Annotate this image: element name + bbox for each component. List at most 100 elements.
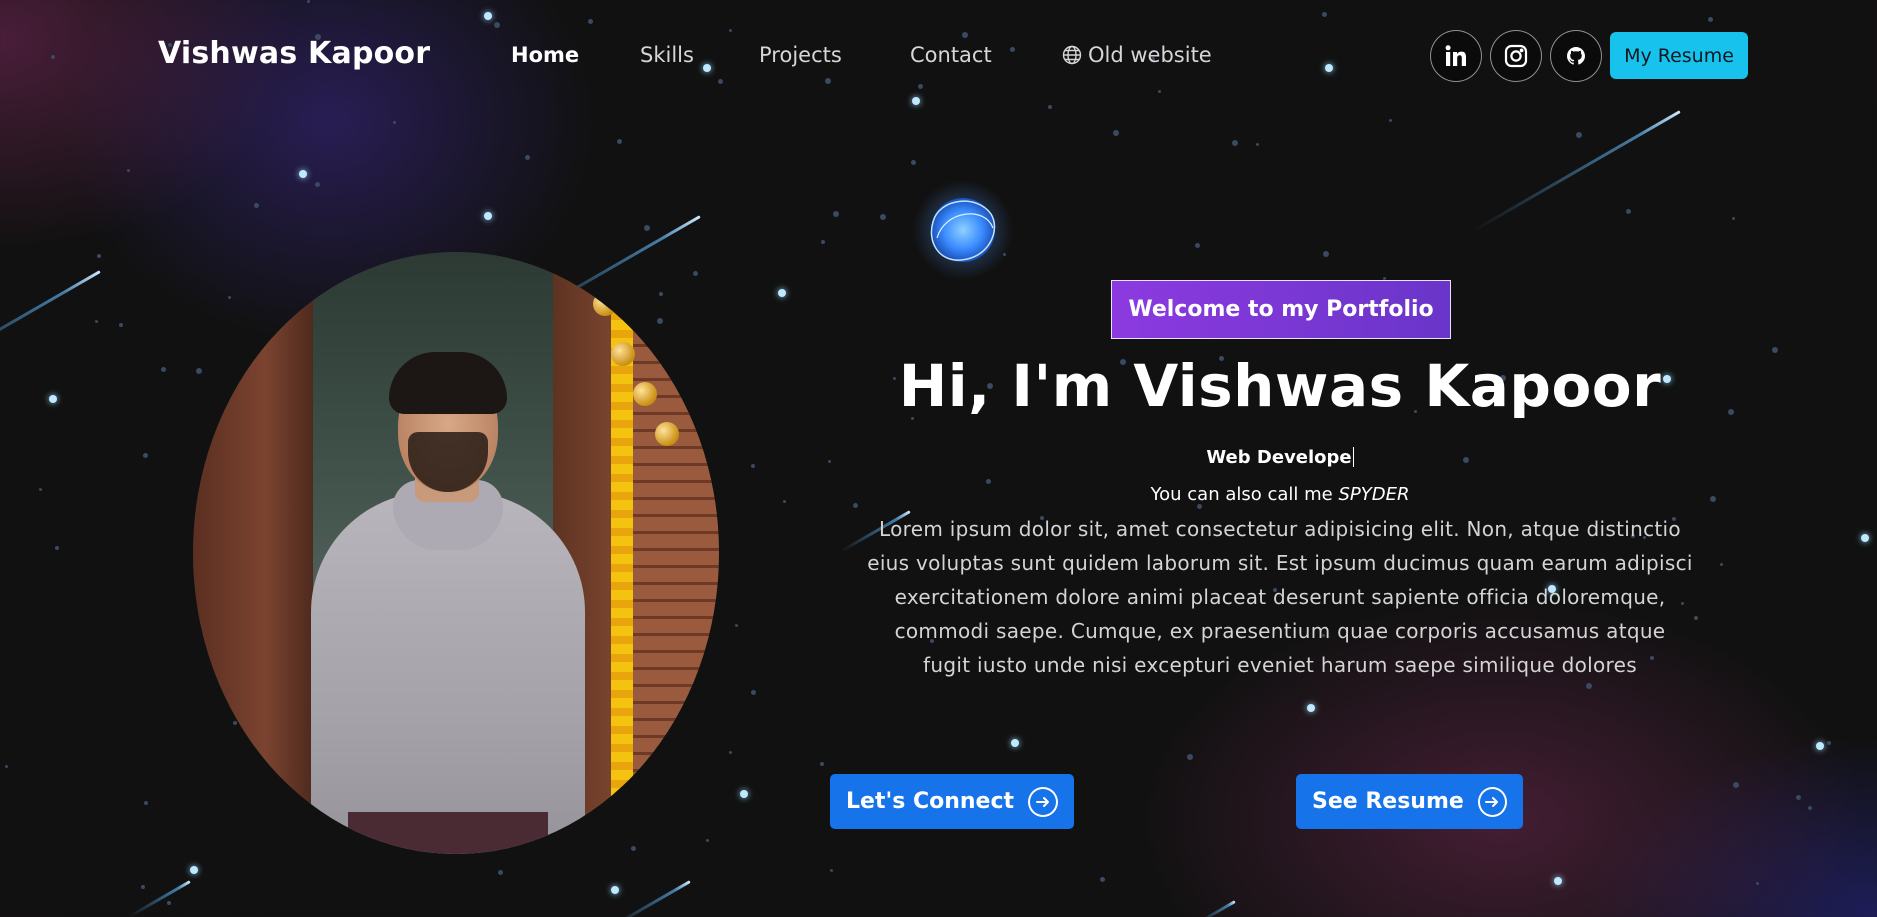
star <box>1100 877 1105 882</box>
star <box>1323 251 1329 257</box>
about-line: exercitationem dolore animi placeat dese… <box>894 585 1666 609</box>
instagram-icon <box>1504 44 1528 68</box>
about-line: commodi saepe. Cumque, ex praesentium qu… <box>894 619 1666 643</box>
star <box>830 869 833 872</box>
star <box>190 866 198 874</box>
see-resume-button[interactable]: See Resume <box>1296 774 1523 829</box>
star <box>1861 534 1869 542</box>
nav-link-old-website[interactable]: Old website <box>1062 43 1212 67</box>
star <box>161 367 166 372</box>
star <box>1808 806 1812 810</box>
nav-link-home[interactable]: Home <box>511 43 579 67</box>
star <box>1796 795 1801 800</box>
star <box>1756 882 1759 885</box>
alias-name: SPYDER <box>1338 484 1410 505</box>
star <box>833 211 839 217</box>
nav-link-projects[interactable]: Projects <box>759 43 842 67</box>
star <box>1626 209 1631 214</box>
star <box>853 503 858 508</box>
my-resume-button[interactable]: My Resume <box>1610 32 1748 79</box>
linkedin-button[interactable] <box>1430 30 1482 82</box>
star <box>119 323 123 327</box>
shooting-star <box>1199 900 1236 917</box>
star <box>783 500 786 503</box>
star <box>55 546 59 550</box>
nav-link-old-website-label: Old website <box>1088 43 1212 67</box>
github-icon <box>1567 47 1585 65</box>
welcome-badge: Welcome to my Portfolio <box>1111 280 1451 339</box>
star <box>1710 496 1716 502</box>
star <box>143 453 148 458</box>
globe-icon <box>1062 45 1082 65</box>
star <box>484 212 492 220</box>
navbar: Vishwas Kapoor Home Skills Projects Cont… <box>0 0 1877 112</box>
alias-prefix: You can also call me <box>1150 484 1333 505</box>
star <box>911 160 916 165</box>
about-line: eius voluptas sunt quidem laborum sit. E… <box>867 551 1693 575</box>
star <box>393 121 396 124</box>
star <box>97 254 101 258</box>
star <box>1113 130 1119 136</box>
star <box>127 169 130 172</box>
star <box>1011 739 1019 747</box>
star <box>751 690 756 695</box>
star <box>144 801 148 805</box>
star <box>5 765 8 768</box>
alias-line: You can also call me SPYDER <box>880 484 1680 505</box>
star <box>751 464 755 468</box>
star <box>1733 782 1739 788</box>
star <box>95 320 98 323</box>
star <box>39 488 42 491</box>
star <box>498 870 503 875</box>
star <box>740 790 748 798</box>
shooting-star <box>128 880 191 917</box>
star <box>254 203 259 208</box>
nav-link-contact[interactable]: Contact <box>910 43 992 67</box>
star <box>1816 742 1824 750</box>
star <box>1586 683 1592 689</box>
arrow-right-icon <box>1477 786 1507 817</box>
typed-role-text: Web Develope <box>880 447 1680 468</box>
star <box>778 289 786 297</box>
star <box>1307 704 1315 712</box>
star <box>880 214 886 220</box>
glowing-orb-icon <box>905 180 1023 280</box>
star <box>729 751 732 754</box>
instagram-button[interactable] <box>1490 30 1542 82</box>
hero-title: Hi, I'm Vishwas Kapoor <box>898 352 1662 420</box>
brand-name[interactable]: Vishwas Kapoor <box>158 36 430 71</box>
star <box>141 885 145 889</box>
arrow-right-icon <box>1028 786 1058 817</box>
star <box>1389 119 1392 122</box>
star <box>1728 409 1734 415</box>
lets-connect-button[interactable]: Let's Connect <box>830 774 1074 829</box>
about-line: Lorem ipsum dolor sit, amet consectetur … <box>879 517 1681 541</box>
about-paragraph: Lorem ipsum dolor sit, amet consectetur … <box>805 512 1755 682</box>
shooting-star <box>1471 110 1681 233</box>
star <box>1772 347 1778 353</box>
star <box>315 182 320 187</box>
star <box>167 901 171 905</box>
star <box>1232 140 1238 146</box>
github-button[interactable] <box>1550 30 1602 82</box>
nav-link-skills[interactable]: Skills <box>640 43 694 67</box>
typed-role-value: Web Develope <box>1206 447 1352 468</box>
star <box>821 240 825 244</box>
lets-connect-label: Let's Connect <box>846 789 1015 814</box>
profile-photo <box>193 252 719 854</box>
star <box>828 460 831 463</box>
star <box>644 225 650 231</box>
star <box>1256 143 1259 146</box>
shooting-star <box>0 270 101 378</box>
star <box>611 886 619 894</box>
star <box>820 762 824 766</box>
star <box>525 155 530 160</box>
see-resume-label: See Resume <box>1312 789 1464 814</box>
star <box>1732 217 1735 220</box>
star <box>1576 132 1582 138</box>
star <box>1195 243 1200 248</box>
star <box>1827 741 1831 745</box>
linkedin-icon <box>1443 43 1469 69</box>
star <box>735 624 738 627</box>
star <box>617 139 622 144</box>
